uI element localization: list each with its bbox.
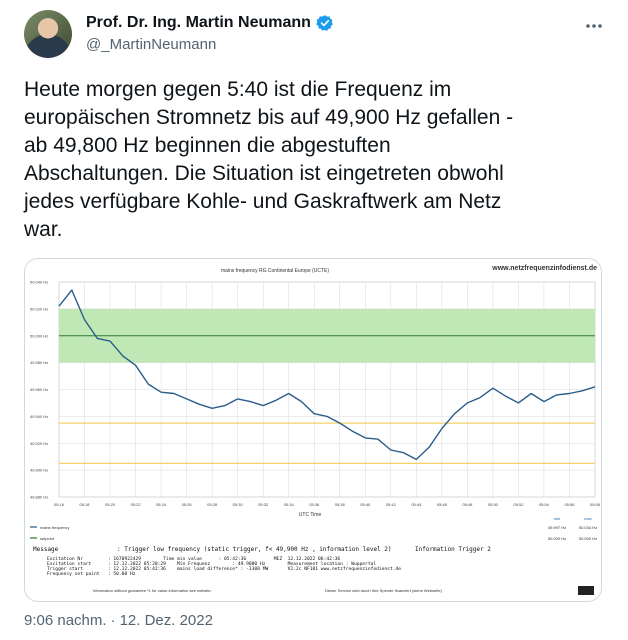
tweet-text: Heute morgen gegen 5:40 ist die Frequenz…: [24, 76, 608, 244]
tweet-text-line: europäischen Stromnetz bis auf 49,900 Hz…: [24, 106, 514, 129]
message-text: : Trigger low frequency (static trigger,…: [117, 546, 392, 553]
tweet-text-line: Heute morgen gegen 5:40 ist die Frequenz…: [24, 78, 452, 101]
timestamp-separator: ·: [110, 612, 116, 629]
paypal-logo-icon: [578, 586, 594, 595]
avatar[interactable]: [24, 10, 72, 58]
x-tick-label: 05:34: [284, 502, 295, 507]
legend-min-setpoint: 50.000 Hz: [548, 536, 566, 541]
verified-badge-icon: [316, 15, 333, 31]
y-tick-label: 49.900 Hz: [30, 468, 48, 473]
footer-donation: Dieser Service wird durch Ihre Spende fi…: [325, 588, 443, 593]
name-row: Prof. Dr. Ing. Martin Neumann: [86, 14, 334, 32]
chart-source-label: www.netzfrequenzinfodienst.de: [491, 265, 597, 272]
x-tick-label: 05:52: [513, 502, 524, 507]
tweet-time[interactable]: 9:06 nachm.: [24, 612, 107, 629]
x-tick-label: 05:50: [488, 502, 499, 507]
legend-label-setpoint: setpoint: [40, 536, 55, 541]
legend: min max mains frequency 49.997 Hz 50.034…: [30, 516, 597, 541]
x-tick-label: 05:40: [360, 502, 371, 507]
message-header: Message: [33, 546, 59, 553]
more-options-icon[interactable]: [584, 16, 604, 36]
tweet-timestamp[interactable]: 9:06 nachm. · 12. Dez. 2022: [24, 612, 213, 629]
y-tick-label: 49.960 Hz: [30, 387, 48, 392]
chart-title: mains frequency RG Continental Europe (U…: [221, 268, 329, 274]
tweet-text-line: jedes verfügbare Kohle- und Gaskraftwerk…: [24, 190, 502, 213]
footer-disclaimer: Information without guarantee *1 for val…: [93, 588, 212, 593]
legend-min-frequency: 49.997 Hz: [548, 525, 566, 530]
y-tick-label: 49.980 Hz: [30, 360, 48, 365]
legend-max-frequency: 50.034 Hz: [579, 525, 597, 530]
plot-area: 50.040 Hz 50.020 Hz 50.000 Hz 49.980 Hz 49.9…: [30, 280, 601, 508]
x-tick-label: 05:30: [233, 502, 244, 507]
x-tick-label: 05:36: [309, 502, 320, 507]
y-tick-label: 50.040 Hz: [30, 280, 48, 285]
x-tick-label: 05:58: [590, 502, 601, 507]
x-tick-label: 05:24: [156, 502, 167, 507]
x-tick-label: 05:28: [207, 502, 218, 507]
tweet-header: Prof. Dr. Ing. Martin Neumann @_MartinNe…: [24, 10, 604, 62]
x-tick-label: 05:22: [131, 502, 142, 507]
x-tick-label: 05:56: [564, 502, 575, 507]
legend-header-max: max: [584, 516, 592, 521]
tweet-text-line: war.: [24, 218, 63, 241]
x-tick-label: 05:26: [182, 502, 193, 507]
x-tick-label: 05:44: [411, 502, 422, 507]
y-tick-label: 50.020 Hz: [30, 306, 48, 311]
x-tick-label: 05:32: [258, 502, 269, 507]
message-right: Information Trigger 2: [415, 546, 491, 553]
message-block: Message : Trigger low frequency (static …: [33, 546, 491, 577]
x-tick-label: 05:46: [437, 502, 448, 507]
tweet-text-line: Abschaltungen. Die Situation ist eingetr…: [24, 162, 504, 185]
user-handle[interactable]: @_MartinNeumann: [86, 36, 216, 53]
tweet-media-image[interactable]: mains frequency RG Continental Europe (U…: [24, 258, 602, 602]
x-tick-label: 05:48: [462, 502, 473, 507]
y-tick-label: 49.920 Hz: [30, 441, 48, 446]
frequency-chart: mains frequency RG Continental Europe (U…: [30, 265, 601, 595]
y-tick-label: 50.000 Hz: [30, 333, 48, 338]
x-tick-label: 05:42: [386, 502, 397, 507]
display-name[interactable]: Prof. Dr. Ing. Martin Neumann: [86, 14, 311, 32]
x-tick-label: 05:54: [539, 502, 550, 507]
y-tick-label: 49.880 Hz: [30, 495, 48, 500]
tweet-text-line: ab 49,800 Hz beginnen die abgestuften: [24, 134, 391, 157]
x-axis-label: UTC Time: [299, 512, 322, 518]
x-tick-label: 05:16: [54, 502, 65, 507]
x-tick-label: 05:18: [80, 502, 91, 507]
x-tick-label: 05:20: [105, 502, 116, 507]
info-line: Frequency set point : 50.00 Hz: [47, 571, 136, 577]
x-tick-label: 05:38: [335, 502, 346, 507]
y-tick-label: 49.940 Hz: [30, 414, 48, 419]
legend-header-min: min: [554, 516, 560, 521]
legend-max-setpoint: 50.000 Hz: [579, 536, 597, 541]
tweet-date[interactable]: 12. Dez. 2022: [120, 612, 213, 629]
legend-label-frequency: mains frequency: [40, 525, 69, 530]
